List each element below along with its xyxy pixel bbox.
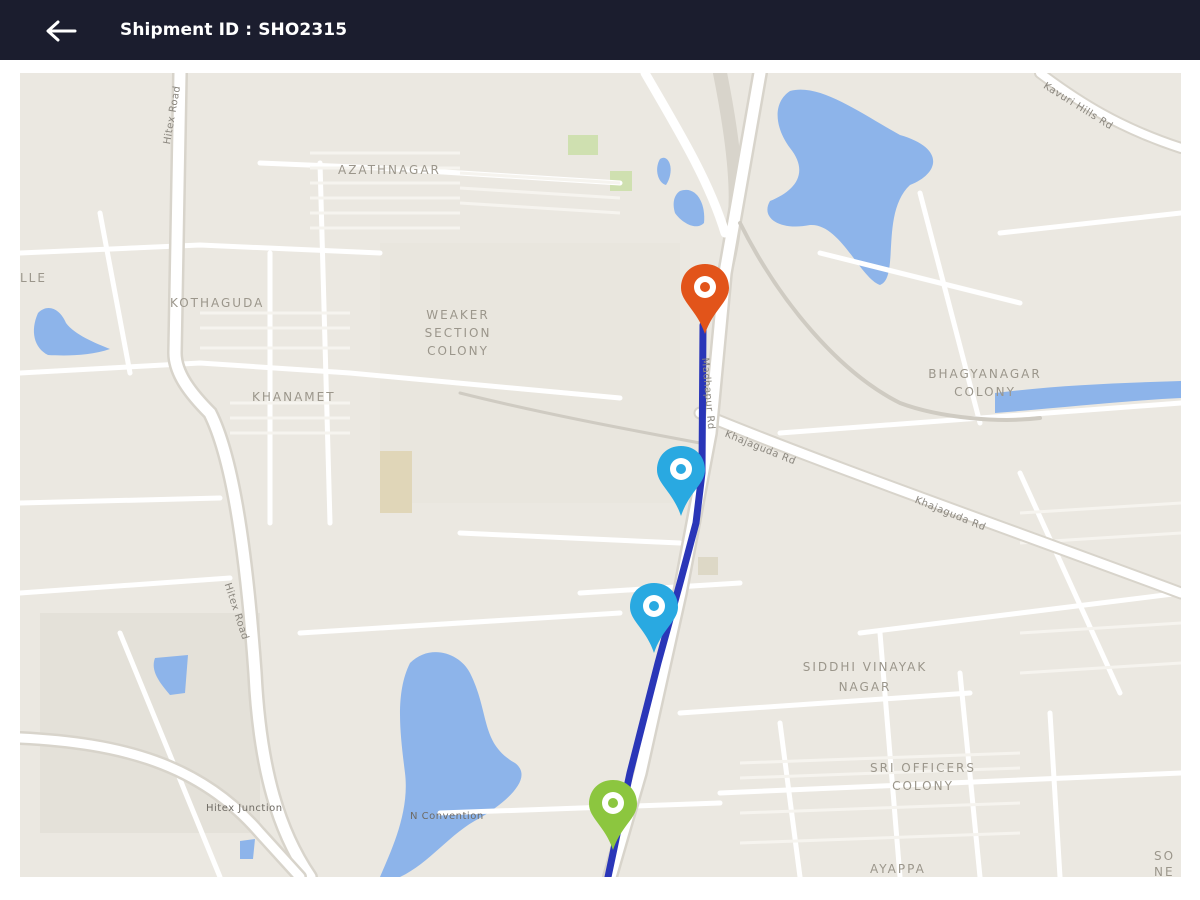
area-label-weaker-section-colony: WEAKER SECTION COLONY (424, 308, 492, 358)
location-pin-icon (630, 583, 678, 653)
location-pin-icon (589, 780, 637, 850)
place-label-n-convention: N Convention (410, 811, 484, 822)
area-label-left-edge: LLE (20, 271, 47, 285)
checkpoint-marker-2[interactable] (626, 579, 682, 655)
area-label-azathnagar: AZATHNAGAR (338, 163, 441, 177)
area-label-siddhi-vinayak-nagar: SIDDHI VINAYAK NAGAR (802, 660, 928, 694)
area-label-sri-officers-colony: SRI OFFICERS COLONY (869, 761, 976, 793)
location-pin-icon (657, 446, 705, 516)
back-button[interactable] (40, 14, 82, 48)
area-label-right-edge: SO NE (1154, 849, 1176, 877)
location-pin-icon (681, 264, 729, 334)
origin-marker[interactable] (585, 776, 641, 852)
destination-marker[interactable] (677, 260, 733, 336)
app-header: Shipment ID : SHO2315 (0, 0, 1200, 60)
area-label-ayappa: AYAPPA (870, 862, 926, 876)
place-label-hitex-junction: Hitex Junction (206, 803, 283, 814)
map-base (20, 73, 1181, 877)
area-label-bhagyanagar-colony: BHAGYANAGAR COLONY (928, 367, 1042, 399)
area-label-kothaguda: KOTHAGUDA (170, 296, 265, 310)
map-view[interactable]: AZATHNAGAR KOTHAGUDA WEAKER SECTION COLO… (20, 73, 1181, 877)
checkpoint-marker-1[interactable] (653, 442, 709, 518)
page-title: Shipment ID : SHO2315 (120, 20, 348, 40)
area-label-khanamet: KHANAMET (252, 390, 336, 404)
arrow-left-icon (46, 20, 77, 42)
